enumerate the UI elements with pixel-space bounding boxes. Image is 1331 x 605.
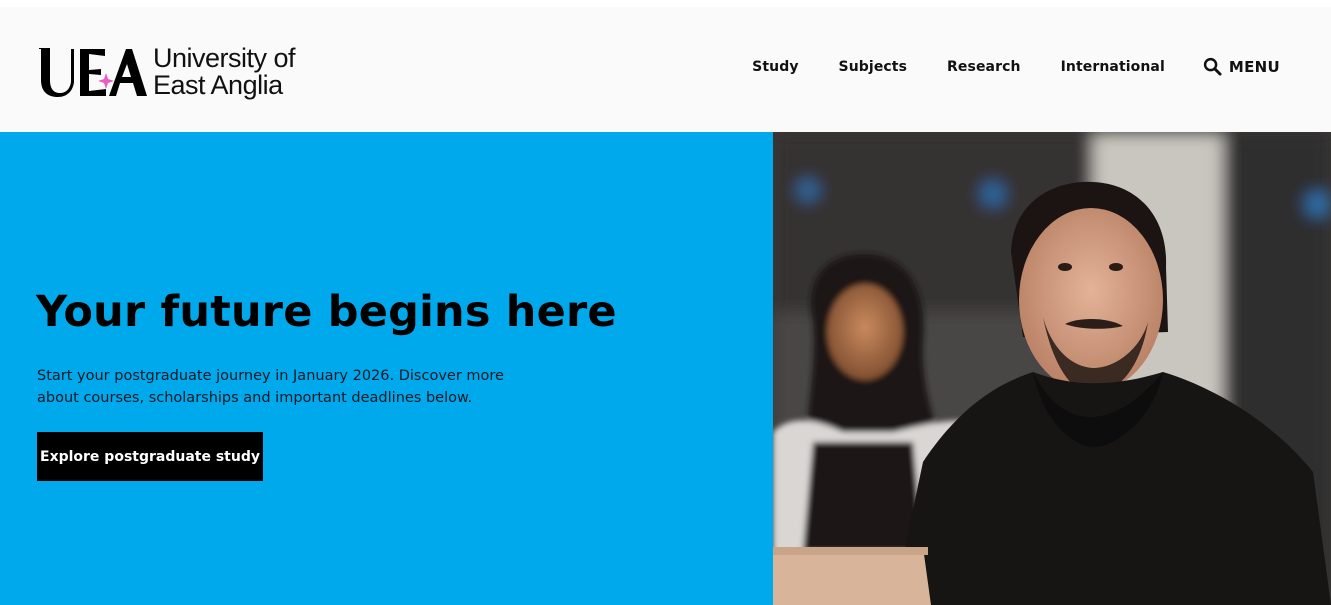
hero-photo xyxy=(773,132,1331,605)
students-photo-illustration xyxy=(773,132,1331,605)
primary-nav: Study Subjects Research International ME… xyxy=(752,57,1280,76)
hero-title: Your future begins here xyxy=(36,287,617,337)
sparkle-star-icon xyxy=(98,73,114,89)
logo-line-2: East Anglia xyxy=(153,70,283,100)
nav-study[interactable]: Study xyxy=(752,59,798,75)
nav-international[interactable]: International xyxy=(1061,59,1165,75)
nav-research[interactable]: Research xyxy=(947,59,1021,75)
uea-monogram-icon xyxy=(39,48,147,97)
search-icon xyxy=(1203,57,1222,76)
logo-line-1: University of xyxy=(153,43,296,73)
menu-label: MENU xyxy=(1228,57,1280,76)
logo-wordmark: University of East Anglia xyxy=(153,43,296,100)
hero-panel: Your future begins here Start your postg… xyxy=(0,132,773,605)
uea-logo[interactable]: University of East Anglia xyxy=(37,43,296,101)
hero-description: Start your postgraduate journey in Janua… xyxy=(37,368,504,406)
site-header: University of East Anglia Study Subjects… xyxy=(0,7,1331,132)
nav-subjects[interactable]: Subjects xyxy=(839,59,908,75)
explore-postgraduate-button[interactable]: Explore postgraduate study xyxy=(37,432,263,481)
search-menu-button[interactable]: MENU xyxy=(1203,57,1280,76)
